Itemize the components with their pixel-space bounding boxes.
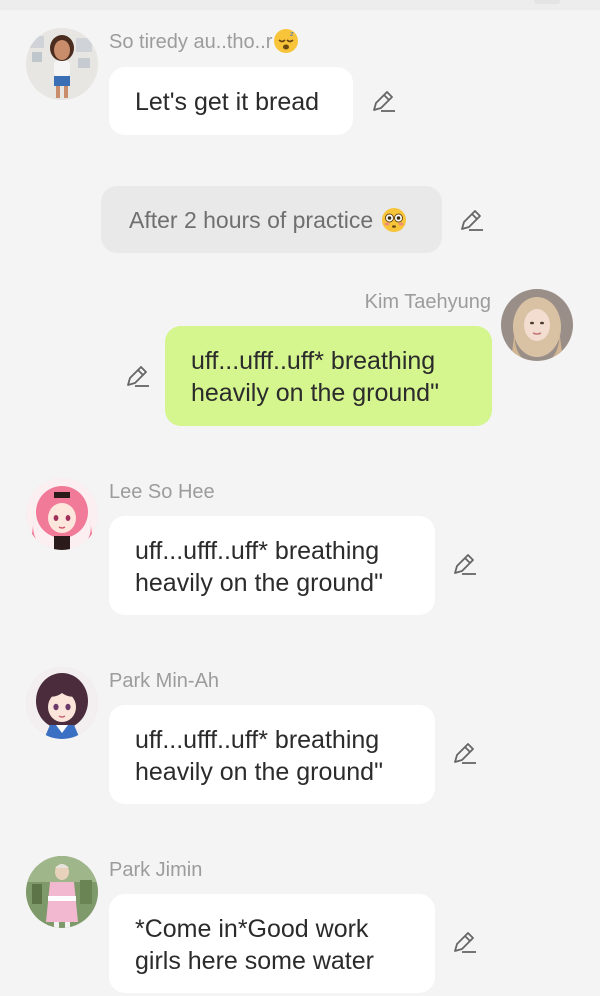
avatar-lee-so-hee[interactable] [26,478,98,550]
svg-text:z: z [290,30,294,38]
top-edge [0,0,600,10]
edit-icon[interactable] [457,207,485,235]
edit-icon[interactable] [450,929,478,957]
avatar-author[interactable] [26,28,98,100]
message-text: *Come in*Good work girls here some water [135,915,374,975]
message-text: uff...ufff..uff* breathing heavily on th… [191,347,439,407]
avatar-pink-anime-icon [26,478,98,550]
message-bubble[interactable]: *Come in*Good work girls here some water [109,894,435,993]
flushed-face-icon [382,207,407,232]
avatar-pink-outfit-icon [26,856,98,928]
narration-text: After 2 hours of practice [129,206,374,233]
sender-name: Kim Taehyung [364,291,491,313]
avatar-blonde-icon [501,289,573,361]
message-text: uff...ufff..uff* breathing heavily on th… [135,726,383,786]
sender-name: So tiredy au..tho..r z [109,28,299,54]
message-bubble[interactable]: uff...ufff..uff* breathing heavily on th… [109,705,435,804]
avatar-park-jimin[interactable] [26,856,98,928]
message-text: Let's get it bread [135,88,320,116]
edit-icon[interactable] [450,740,478,768]
message-bubble[interactable]: uff...ufff..uff* breathing heavily on th… [109,516,435,615]
sleeping-face-icon: z [274,28,299,53]
sender-name: Lee So Hee [109,481,215,503]
edit-icon[interactable] [450,551,478,579]
sender-name: Park Jimin [109,859,203,881]
avatar-doll-icon [26,28,98,100]
top-handle [534,0,560,4]
edit-icon[interactable] [123,363,151,391]
edit-icon[interactable] [369,88,397,116]
avatar-park-min-ah[interactable] [26,667,98,739]
avatar-kim-taehyung[interactable] [501,289,573,361]
message-bubble[interactable]: Let's get it bread [109,67,353,135]
narration-bubble[interactable]: After 2 hours of practice [101,186,442,253]
sender-name: Park Min-Ah [109,670,220,692]
message-bubble-self[interactable]: uff...ufff..uff* breathing heavily on th… [165,326,492,426]
message-text: uff...ufff..uff* breathing heavily on th… [135,537,383,597]
avatar-brown-anime-icon [26,667,98,739]
